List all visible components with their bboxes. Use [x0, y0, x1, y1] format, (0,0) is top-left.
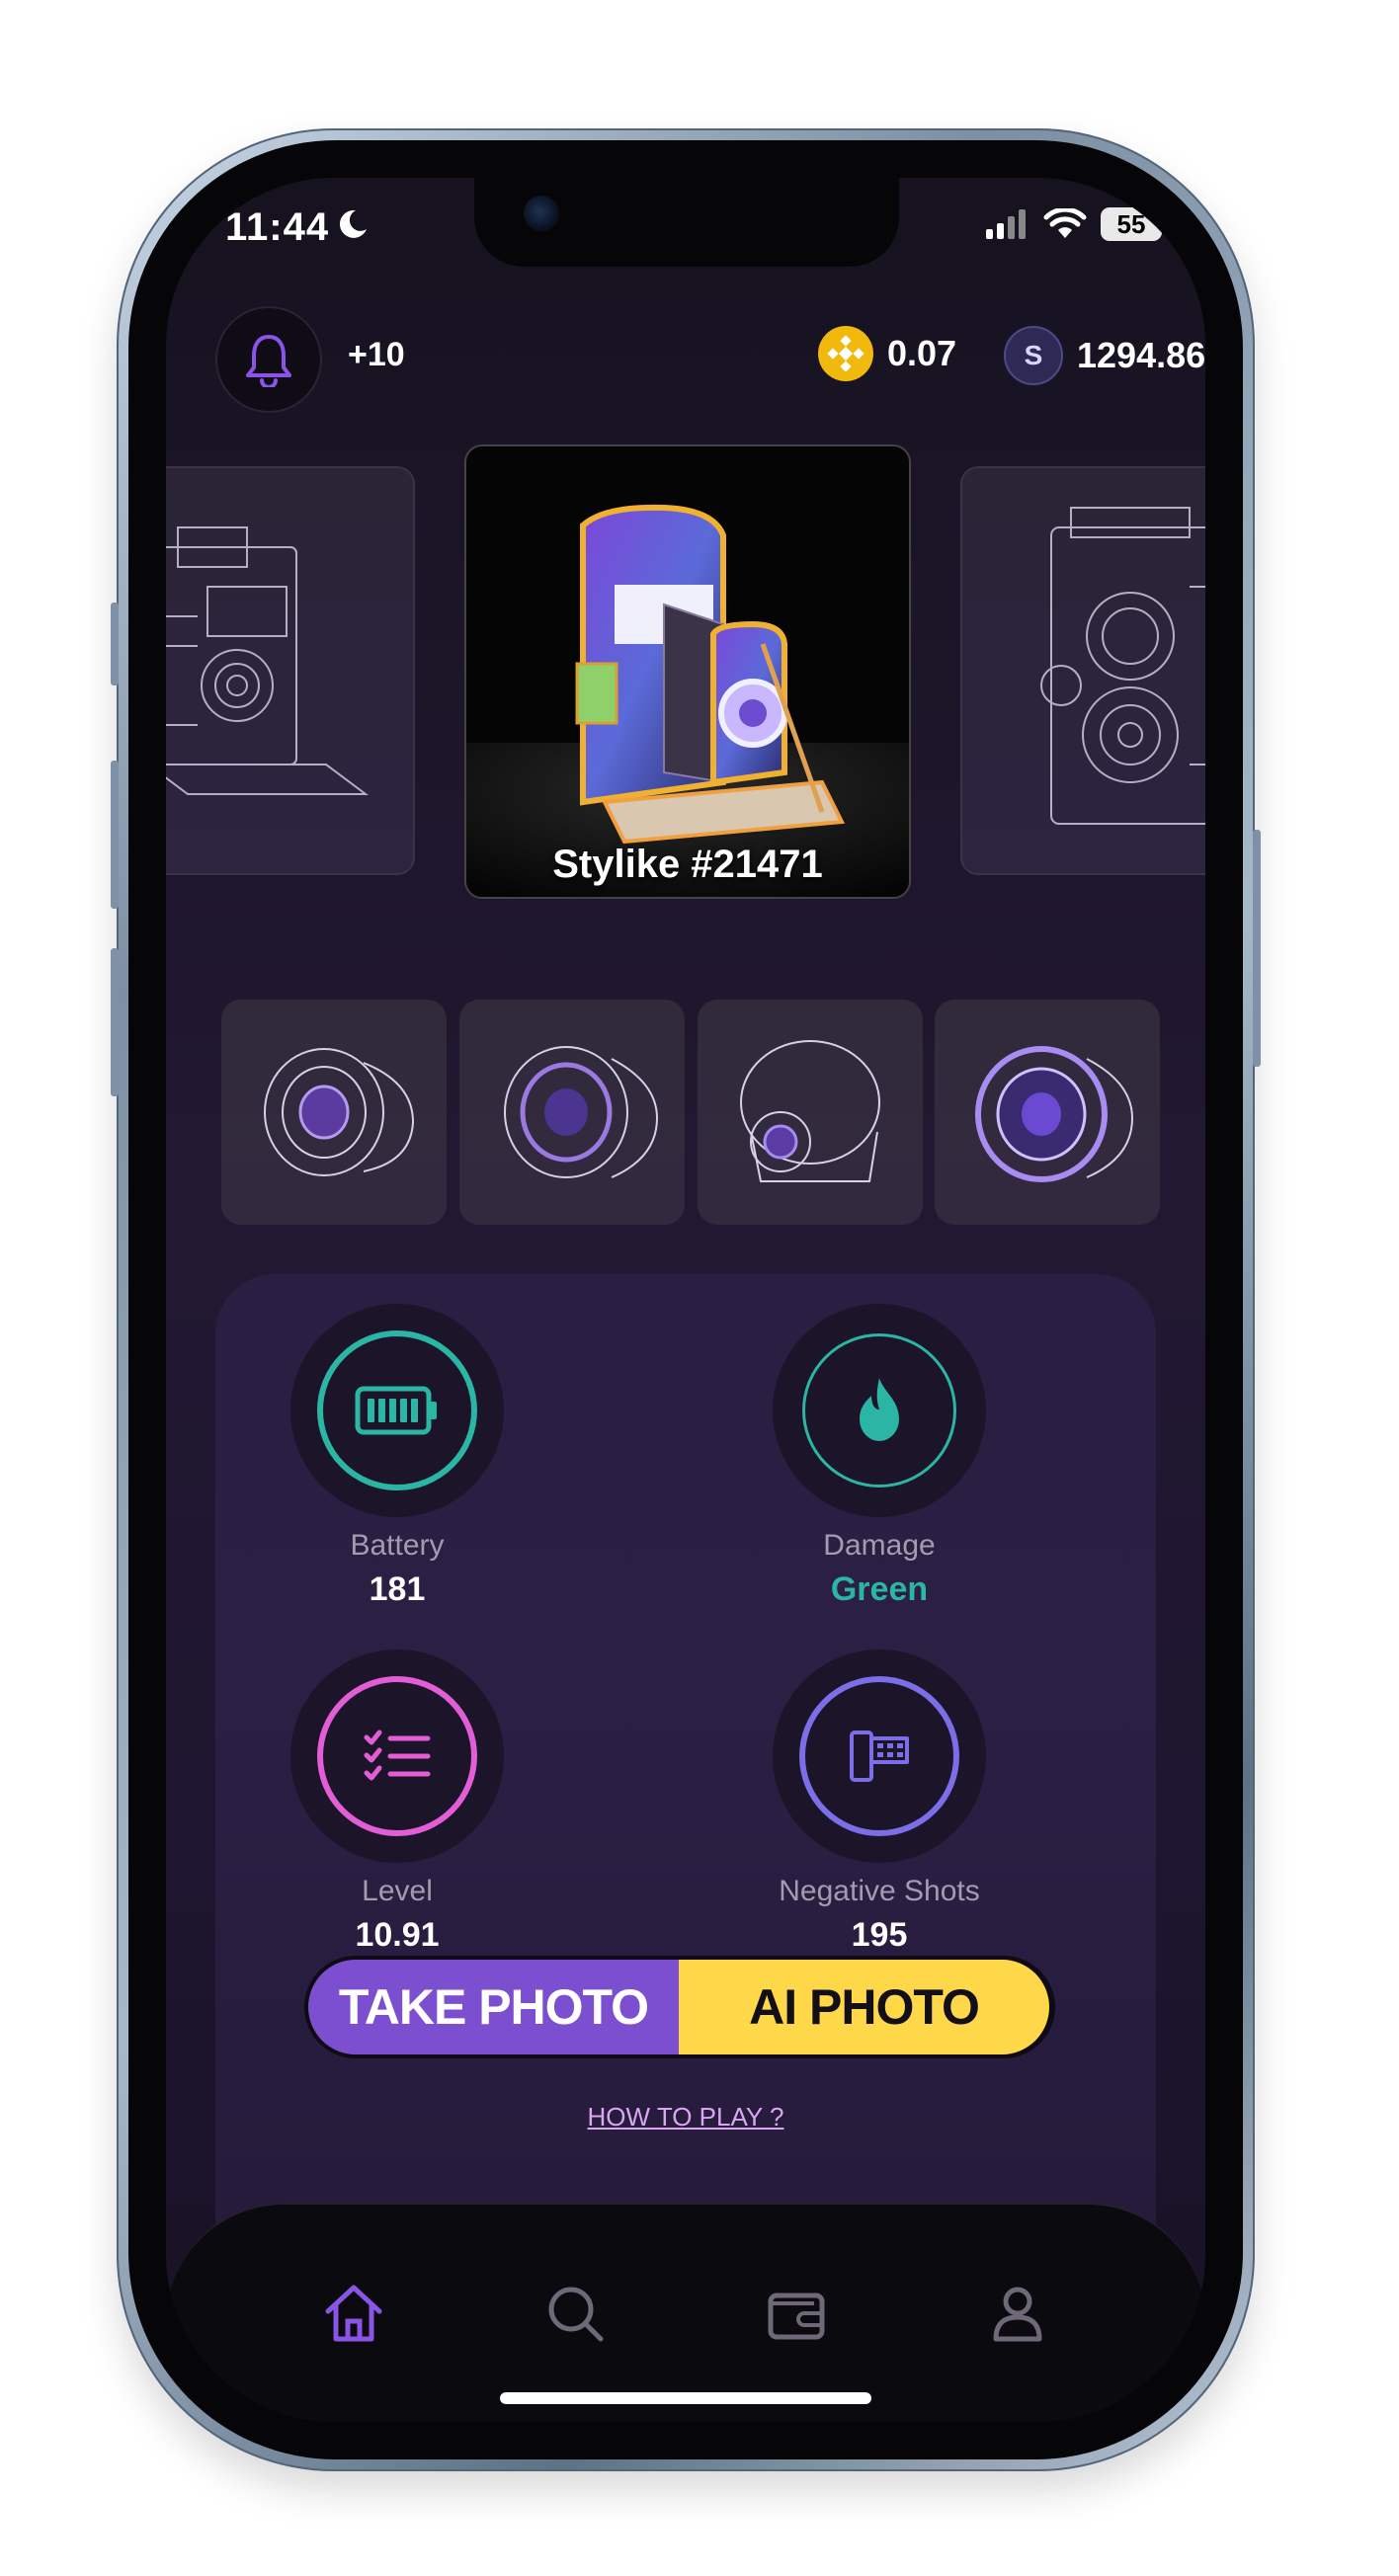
level-stat-badge: [290, 1650, 504, 1863]
battery-label: Battery: [350, 1529, 445, 1562]
instant-camera-image: [466, 504, 909, 897]
lens-slot-4[interactable]: [935, 1000, 1160, 1225]
tab-home[interactable]: [314, 2274, 393, 2353]
camera-card-left[interactable]: [166, 466, 415, 875]
front-camera: [524, 196, 559, 231]
lens-icon: [740, 1040, 880, 1182]
damage-label: Damage: [823, 1529, 936, 1562]
bnb-coin-icon: [818, 326, 873, 381]
status-indicators: 55: [986, 207, 1169, 241]
signal-icon: [986, 209, 1026, 239]
level-value: 10.91: [355, 1916, 440, 1954]
volume-down-button: [111, 948, 119, 1096]
ai-photo-button[interactable]: AI PHOTO: [679, 1960, 1049, 2054]
lens-slot-2[interactable]: [459, 1000, 685, 1225]
notification-count: +10: [348, 336, 405, 373]
checklist-icon: [364, 1730, 431, 1781]
damage-stat: Damage Green: [731, 1304, 1028, 1609]
s-token-amount: 1294.86: [1077, 335, 1205, 375]
bnb-amount: 0.07: [887, 333, 957, 373]
film-icon: [850, 1731, 909, 1782]
bnb-balance[interactable]: 0.07: [818, 326, 956, 381]
level-label: Level: [362, 1875, 433, 1907]
photo-action-group: TAKE PHOTO AI PHOTO: [304, 1956, 1055, 2058]
level-stat: Level 10.91: [249, 1650, 545, 1955]
camera-card-selected[interactable]: Stylike #21471: [464, 444, 911, 899]
camera-card-right[interactable]: [960, 466, 1205, 875]
wallet-icon: [768, 2293, 825, 2340]
tab-wallet[interactable]: [757, 2274, 836, 2353]
bottom-tab-bar: [166, 2203, 1205, 2422]
twin-lens-camera-sketch: [1040, 507, 1205, 825]
tab-search[interactable]: [535, 2274, 615, 2353]
s-coin-icon: S: [1004, 326, 1063, 385]
negative-shots-label: Negative Shots: [779, 1875, 980, 1907]
status-time: 11:44: [225, 205, 330, 249]
lens-icon: [264, 1048, 415, 1176]
power-button: [1253, 830, 1261, 1067]
lens-icon: [504, 1046, 659, 1178]
silent-switch: [111, 603, 119, 685]
s-token-balance[interactable]: S 1294.86: [1004, 326, 1205, 385]
app-screen: 11:44 55 +10 0.07 S 1294.86 Stylike #214…: [166, 178, 1205, 2422]
lens-icon: [975, 1046, 1134, 1182]
camera-name: Stylike #21471: [552, 843, 823, 886]
take-photo-button[interactable]: TAKE PHOTO: [308, 1960, 679, 2054]
battery-icon: [355, 1386, 437, 1435]
volume-up-button: [111, 761, 119, 909]
notifications-button[interactable]: [215, 306, 322, 413]
damage-stat-badge: [773, 1304, 986, 1517]
battery-indicator: 55: [1101, 207, 1169, 241]
damage-value: Green: [830, 1570, 929, 1608]
home-icon: [325, 2285, 382, 2342]
moon-icon: [339, 209, 367, 238]
stats-panel: Battery 181 Damage Green Level 10.91 Neg…: [215, 1274, 1156, 2321]
negative-shots-value: 195: [851, 1916, 908, 1954]
tab-profile[interactable]: [978, 2274, 1057, 2353]
flame-icon: [860, 1378, 899, 1441]
negative-shots-stat-badge: [773, 1650, 986, 1863]
battery-value: 181: [369, 1570, 426, 1608]
wifi-icon: [1043, 208, 1087, 238]
home-indicator: [500, 2392, 871, 2404]
bell-icon: [246, 335, 291, 387]
lens-slot-3[interactable]: [698, 1000, 923, 1225]
search-icon: [548, 2287, 604, 2342]
negative-shots-stat: Negative Shots 195: [731, 1650, 1028, 1955]
battery-stat: Battery 181: [249, 1304, 545, 1609]
how-to-play-link[interactable]: HOW TO PLAY ?: [166, 2102, 1205, 2133]
lens-slot-1[interactable]: [221, 1000, 447, 1225]
battery-stat-badge: [290, 1304, 504, 1517]
profile-icon: [993, 2287, 1042, 2342]
folding-camera-sketch: [166, 526, 369, 795]
